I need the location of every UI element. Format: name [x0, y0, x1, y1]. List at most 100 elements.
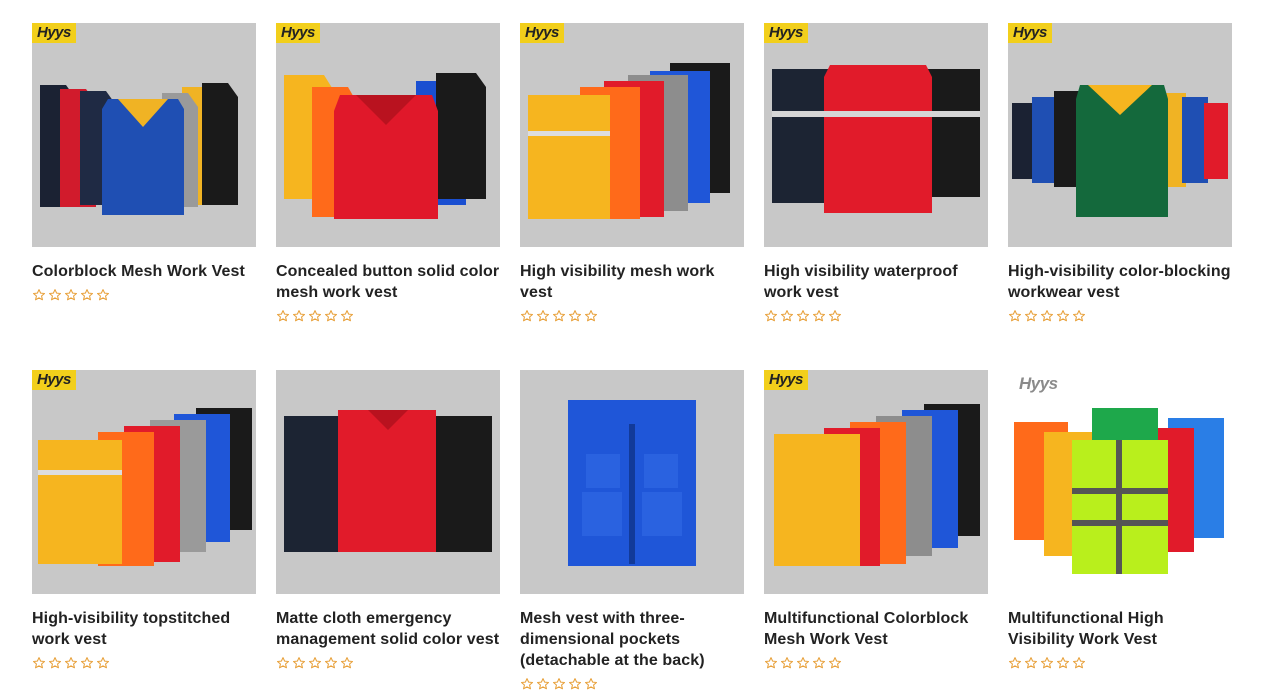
star-outline-icon	[1072, 309, 1086, 323]
star-outline-icon	[64, 288, 78, 302]
product-title[interactable]: Mesh vest with three-dimensional pockets…	[520, 608, 744, 671]
product-title[interactable]: High visibility waterproof work vest	[764, 261, 988, 303]
star-outline-icon	[64, 656, 78, 670]
product-title[interactable]: High visibility mesh work vest	[520, 261, 744, 303]
product-image[interactable]: Hyys	[520, 23, 744, 247]
vest-group-illustration	[528, 63, 730, 219]
star-outline-icon	[796, 309, 810, 323]
product-card[interactable]: Hyys Colorblock Mesh Work Vest	[32, 23, 256, 302]
star-outline-icon	[276, 656, 290, 670]
star-outline-icon	[48, 656, 62, 670]
product-card[interactable]: Hyys High visibility mesh work vest	[520, 23, 744, 323]
product-title[interactable]: Colorblock Mesh Work Vest	[32, 261, 256, 282]
product-image[interactable]: Hyys	[764, 370, 988, 594]
star-outline-icon	[568, 677, 582, 691]
product-card[interactable]: Hyys High-visibility topstitched work ve…	[32, 370, 256, 670]
product-card[interactable]: Hyys High visibility waterproof work ves…	[764, 23, 988, 323]
star-outline-icon	[292, 656, 306, 670]
star-outline-icon	[828, 309, 842, 323]
rating-stars	[1008, 309, 1232, 323]
product-image[interactable]: Hyys	[1008, 23, 1232, 247]
product-title[interactable]: Concealed button solid color mesh work v…	[276, 261, 500, 303]
star-outline-icon	[308, 656, 322, 670]
vest-group-illustration	[774, 404, 980, 566]
vest-group-illustration	[40, 83, 238, 215]
vest-group-illustration	[284, 410, 492, 552]
product-title[interactable]: Multifunctional High Visibility Work Ves…	[1008, 608, 1232, 650]
star-outline-icon	[308, 309, 322, 323]
star-outline-icon	[96, 656, 110, 670]
product-image[interactable]: Hyys	[276, 23, 500, 247]
star-outline-icon	[584, 677, 598, 691]
star-outline-icon	[1056, 309, 1070, 323]
star-outline-icon	[780, 309, 794, 323]
star-outline-icon	[340, 656, 354, 670]
rating-stars	[520, 677, 744, 691]
product-image[interactable]	[276, 370, 500, 594]
product-card[interactable]: Hyys High-visibility color-blocking work…	[1008, 23, 1232, 323]
rating-stars	[764, 656, 988, 670]
star-outline-icon	[276, 309, 290, 323]
star-outline-icon	[520, 677, 534, 691]
star-outline-icon	[536, 309, 550, 323]
star-outline-icon	[796, 656, 810, 670]
brand-logo: Hyys	[1008, 23, 1052, 43]
brand-logo: Hyys	[1019, 374, 1058, 393]
product-card[interactable]: Hyys Multifunctional High Visibility Wor…	[1008, 370, 1232, 670]
brand-logo: Hyys	[520, 23, 564, 43]
star-outline-icon	[812, 309, 826, 323]
product-title[interactable]: Matte cloth emergency management solid c…	[276, 608, 500, 650]
vest-group-illustration	[568, 400, 696, 566]
rating-stars	[32, 288, 256, 302]
product-title[interactable]: High-visibility topstitched work vest	[32, 608, 256, 650]
star-outline-icon	[1056, 656, 1070, 670]
star-outline-icon	[32, 656, 46, 670]
product-image[interactable]	[520, 370, 744, 594]
rating-stars	[276, 309, 500, 323]
product-image[interactable]: Hyys	[32, 23, 256, 247]
star-outline-icon	[584, 309, 598, 323]
star-outline-icon	[1072, 656, 1086, 670]
star-outline-icon	[324, 656, 338, 670]
product-card[interactable]: Mesh vest with three-dimensional pockets…	[520, 370, 744, 691]
star-outline-icon	[568, 309, 582, 323]
star-outline-icon	[552, 309, 566, 323]
star-outline-icon	[536, 677, 550, 691]
star-outline-icon	[764, 656, 778, 670]
product-image[interactable]: Hyys	[32, 370, 256, 594]
brand-logo: Hyys	[32, 23, 76, 43]
star-outline-icon	[812, 656, 826, 670]
star-outline-icon	[80, 288, 94, 302]
rating-stars	[32, 656, 256, 670]
star-outline-icon	[780, 656, 794, 670]
rating-stars	[764, 309, 988, 323]
product-card[interactable]: Matte cloth emergency management solid c…	[276, 370, 500, 670]
star-outline-icon	[80, 656, 94, 670]
rating-stars	[1008, 656, 1232, 670]
star-outline-icon	[292, 309, 306, 323]
star-outline-icon	[1040, 656, 1054, 670]
product-card[interactable]: Hyys Multifunctional Colorblock Mesh Wor…	[764, 370, 988, 670]
star-outline-icon	[520, 309, 534, 323]
product-image[interactable]: Hyys	[1008, 370, 1232, 594]
product-title[interactable]: High-visibility color-blocking workwear …	[1008, 261, 1232, 303]
star-outline-icon	[32, 288, 46, 302]
star-outline-icon	[1040, 309, 1054, 323]
star-outline-icon	[764, 309, 778, 323]
star-outline-icon	[340, 309, 354, 323]
rating-stars	[520, 309, 744, 323]
vest-group-illustration	[1012, 85, 1228, 217]
star-outline-icon	[1008, 309, 1022, 323]
brand-logo: Hyys	[32, 370, 76, 390]
star-outline-icon	[96, 288, 110, 302]
rating-stars	[276, 656, 500, 670]
vest-group-illustration	[38, 408, 252, 566]
star-outline-icon	[1024, 656, 1038, 670]
star-outline-icon	[324, 309, 338, 323]
brand-logo: Hyys	[276, 23, 320, 43]
product-image[interactable]: Hyys	[764, 23, 988, 247]
vest-group-illustration	[1014, 408, 1224, 574]
vest-group-illustration	[284, 73, 486, 219]
product-card[interactable]: Hyys Concealed button solid color mesh w…	[276, 23, 500, 323]
product-title[interactable]: Multifunctional Colorblock Mesh Work Ves…	[764, 608, 988, 650]
